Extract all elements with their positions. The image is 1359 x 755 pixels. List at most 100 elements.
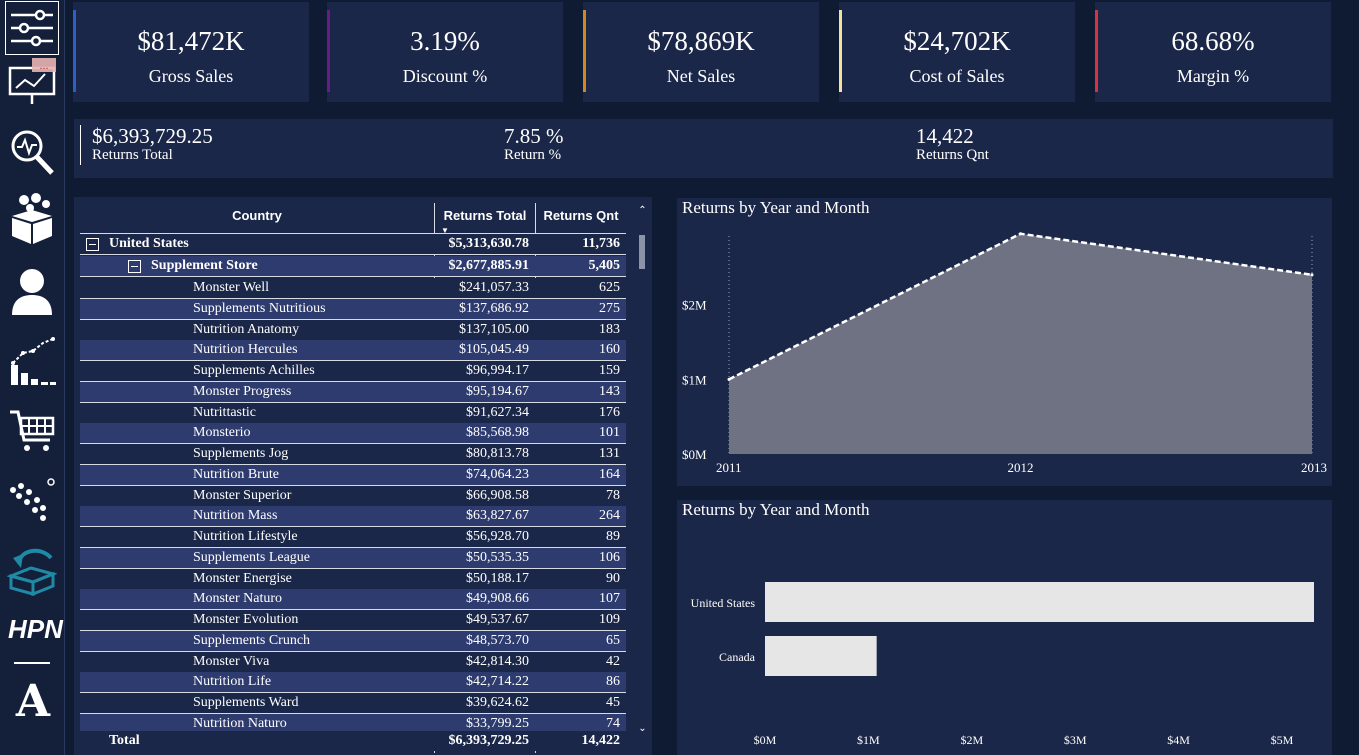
table-row[interactable]: Nutrition Lifestyle $56,928.70 89 bbox=[80, 527, 626, 548]
row-name: Supplements Ward bbox=[193, 695, 299, 710]
row-returns-qnt: 625 bbox=[599, 280, 620, 295]
table-row[interactable]: Nutrittastic $91,627.34 176 bbox=[80, 402, 626, 424]
table-row[interactable]: Nutrition Anatomy $137,105.00 183 bbox=[80, 319, 626, 341]
table-row[interactable]: Monster Energise $50,188.17 90 bbox=[80, 568, 626, 590]
row-returns-qnt: 159 bbox=[599, 363, 620, 378]
row-returns-total: $48,573.70 bbox=[466, 632, 529, 648]
table-row[interactable]: Monster Well $241,057.33 625 bbox=[80, 278, 626, 299]
table-row[interactable]: Nutrition Hercules $105,045.49 160 bbox=[80, 340, 626, 362]
row-returns-total: $241,057.33 bbox=[459, 280, 529, 295]
row-name: Nutrition Brute bbox=[193, 466, 279, 482]
area-chart-svg: $0M $1M $2M 2011 2012 2013 bbox=[682, 232, 1327, 475]
table-row[interactable]: Supplements Ward $39,624.62 45 bbox=[80, 693, 626, 714]
row-name: Nutrittastic bbox=[193, 404, 256, 420]
table-row[interactable]: Supplements Crunch $48,573.70 65 bbox=[80, 630, 626, 652]
table-row[interactable]: Nutrition Brute $74,064.23 164 bbox=[80, 464, 626, 486]
row-name: Supplements Achilles bbox=[193, 363, 315, 378]
customer-icon[interactable] bbox=[6, 266, 58, 318]
table-row[interactable]: United States $5,313,630.78 11,736 bbox=[80, 234, 626, 255]
column-header-returns-qnt[interactable]: Returns Qnt bbox=[536, 205, 626, 233]
table-row[interactable]: Nutrition Mass $63,827.67 264 bbox=[80, 506, 626, 528]
table-row[interactable]: Supplements Jog $80,813.78 131 bbox=[80, 444, 626, 465]
row-name: Nutrition Hercules bbox=[193, 342, 298, 358]
table-row[interactable]: Nutrition Life $42,714.22 86 bbox=[80, 672, 626, 694]
column-header-country[interactable]: Country bbox=[80, 205, 434, 233]
row-name: Nutrition Lifestyle bbox=[193, 529, 298, 544]
category-label: Canada bbox=[719, 650, 756, 664]
table-row[interactable]: Monster Evolution $49,537.67 109 bbox=[80, 610, 626, 631]
row-name: Monster Well bbox=[193, 280, 269, 295]
table-row[interactable]: Monster Naturo $49,908.66 107 bbox=[80, 589, 626, 611]
row-returns-qnt: 89 bbox=[606, 529, 620, 544]
x-tick-label: $5M bbox=[1271, 733, 1294, 747]
returns-area-chart: Returns by Year and Month $0M $1M $2M 2011 2… bbox=[677, 198, 1332, 486]
table-row[interactable]: Monsterio $85,568.98 101 bbox=[80, 423, 626, 445]
row-name: Nutrition Mass bbox=[193, 508, 278, 524]
scatter-dots-icon[interactable] bbox=[6, 474, 58, 526]
collapse-icon[interactable] bbox=[86, 238, 99, 251]
analysis-magnifier-icon[interactable] bbox=[6, 126, 58, 178]
table-scrollbar[interactable]: ⌃ ⌄ bbox=[637, 205, 648, 740]
product-box-icon[interactable] bbox=[6, 192, 58, 244]
table-row[interactable]: Monster Superior $66,908.58 78 bbox=[80, 485, 626, 507]
x-tick-label: 2011 bbox=[716, 460, 742, 475]
row-returns-qnt: 264 bbox=[599, 508, 620, 524]
presentation-chart-icon[interactable]: ... bbox=[6, 56, 58, 108]
table-row[interactable]: Supplements League $50,535.35 106 bbox=[80, 547, 626, 569]
sidebar-nav: ... HPN A bbox=[0, 0, 65, 755]
row-returns-total: $56,928.70 bbox=[466, 529, 529, 544]
row-returns-qnt: 131 bbox=[599, 446, 620, 461]
return-pct-value: 7.85 % bbox=[504, 124, 564, 148]
row-returns-qnt: 109 bbox=[599, 612, 620, 627]
table-row[interactable]: Monster Progress $95,194.67 143 bbox=[80, 381, 626, 403]
data-point[interactable] bbox=[727, 377, 731, 381]
row-name: Monster Energise bbox=[193, 570, 292, 586]
row-returns-total: $137,105.00 bbox=[459, 321, 529, 337]
scroll-thumb[interactable] bbox=[639, 235, 645, 269]
bar-canada[interactable] bbox=[765, 636, 877, 676]
filters-icon[interactable] bbox=[5, 1, 59, 55]
row-name: Supplements Crunch bbox=[193, 632, 311, 648]
returns-qnt-metric: 14,422 Returns Qnt bbox=[916, 125, 989, 163]
data-point[interactable] bbox=[1019, 232, 1022, 236]
svg-text:...: ... bbox=[40, 58, 49, 72]
collapse-icon[interactable] bbox=[128, 260, 141, 273]
y-tick-label: $2M bbox=[682, 298, 707, 313]
row-name: Monster Progress bbox=[193, 383, 292, 399]
brand-logo: HPN bbox=[8, 614, 63, 644]
table-row[interactable]: Supplements Nutritious $137,686.92 275 bbox=[80, 298, 626, 320]
table-row[interactable]: Supplement Store $2,677,885.91 5,405 bbox=[80, 256, 626, 277]
column-header-returns-total[interactable]: Returns Total ▼ bbox=[435, 205, 535, 235]
row-returns-total: $49,908.66 bbox=[466, 591, 529, 607]
x-tick-label: 2013 bbox=[1301, 460, 1327, 475]
row-name: United States bbox=[109, 236, 189, 251]
kpi-card-discount: 3.19% Discount % bbox=[327, 2, 563, 102]
returns-total-metric: $6,393,729.25 Returns Total bbox=[92, 125, 213, 163]
scroll-up-icon[interactable]: ⌃ bbox=[637, 205, 648, 216]
returns-divider bbox=[80, 125, 81, 165]
row-returns-qnt: 42 bbox=[606, 653, 620, 669]
row-returns-total: $42,714.22 bbox=[466, 674, 529, 690]
row-returns-total: $5,313,630.78 bbox=[448, 236, 530, 251]
row-returns-qnt: 45 bbox=[606, 695, 620, 710]
row-returns-total: $91,627.34 bbox=[466, 404, 529, 420]
y-tick-label: $1M bbox=[682, 372, 707, 387]
data-point[interactable] bbox=[1310, 273, 1314, 277]
trend-chart-icon[interactable] bbox=[6, 336, 58, 388]
scroll-down-icon[interactable]: ⌄ bbox=[637, 723, 648, 734]
kpi-label: Discount % bbox=[402, 66, 488, 86]
row-returns-total: $42,814.30 bbox=[466, 653, 529, 669]
row-returns-total: $50,188.17 bbox=[466, 570, 529, 586]
table-row[interactable]: Supplements Achilles $96,994.17 159 bbox=[80, 361, 626, 382]
returns-box-icon[interactable] bbox=[6, 544, 58, 596]
author-logo: A bbox=[15, 676, 51, 727]
row-returns-total: $137,686.92 bbox=[459, 300, 529, 316]
shopping-cart-icon[interactable] bbox=[6, 404, 58, 456]
row-returns-total: $80,813.78 bbox=[466, 446, 529, 461]
bar-united-states[interactable] bbox=[765, 582, 1314, 622]
kpi-value: $24,702K bbox=[903, 26, 1011, 56]
kpi-card-margin: 68.68% Margin % bbox=[1095, 2, 1331, 102]
row-returns-qnt: 275 bbox=[599, 300, 620, 316]
kpi-card-gross-sales: $81,472K Gross Sales bbox=[73, 2, 309, 102]
table-row[interactable]: Monster Viva $42,814.30 42 bbox=[80, 651, 626, 673]
